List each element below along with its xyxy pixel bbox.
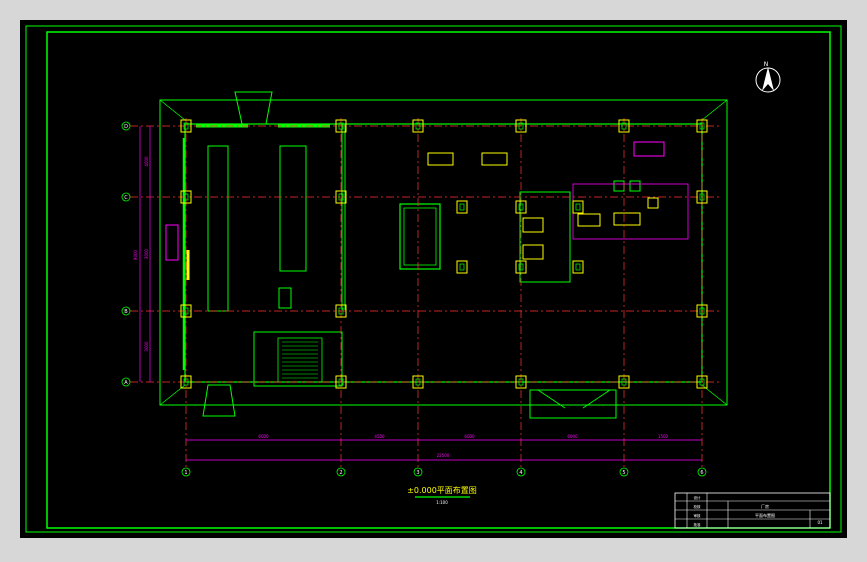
outer-frame <box>25 25 842 533</box>
left-dim-total: 9000 <box>133 249 138 260</box>
col-bubble-label: 2 <box>339 470 342 476</box>
shelf-right <box>279 145 307 272</box>
structural-column <box>456 260 468 274</box>
north-letter: N <box>764 61 769 68</box>
ladder-right <box>633 141 665 157</box>
tb-label: 设计 <box>694 495 702 500</box>
title-block-labels: 设计校核审核批准 <box>694 495 702 527</box>
tb-sheet: 01 <box>817 520 823 525</box>
structural-column <box>572 260 584 274</box>
equipment-room-inner <box>403 207 437 266</box>
dim-segment-text: 6000 <box>567 434 578 439</box>
dimension-segment-texts: 6000 4500 6000 6000 1500 <box>258 434 668 439</box>
column-core <box>575 203 581 211</box>
left-dimension-texts: 4000 3000 3000 <box>144 156 149 352</box>
pump-unit-3 <box>522 217 544 233</box>
corner-line-nw <box>159 99 186 121</box>
corner-line-ne <box>701 99 728 121</box>
left-dim-text: 3000 <box>144 341 149 352</box>
pump-unit-2 <box>481 152 508 166</box>
tb-label: 校核 <box>694 504 702 509</box>
left-dim-text: 3000 <box>144 248 149 259</box>
building-inner-wall <box>184 123 703 383</box>
tb-label: 审核 <box>694 513 702 518</box>
col-bubble-label: 6 <box>700 470 703 476</box>
dim-segment-text: 4500 <box>374 434 385 439</box>
col-bubble-label: 4 <box>519 470 522 476</box>
ladder-left <box>165 224 179 261</box>
row-bubble-label: C <box>124 195 128 201</box>
column-axis-bubbles: 1 2 3 4 5 6 <box>181 467 707 477</box>
structural-column <box>456 200 468 214</box>
pump-unit-1 <box>427 152 454 166</box>
col-bubble-label: 1 <box>184 470 187 476</box>
dim-segment-text: 6000 <box>258 434 269 439</box>
north-arrow-icon <box>762 67 774 91</box>
col-bubble-label: 5 <box>622 470 625 476</box>
column-core <box>459 263 465 271</box>
tb-project: 厂房 <box>761 503 769 509</box>
row-bubble-label: A <box>124 380 128 386</box>
row-bubble-label: D <box>124 124 128 130</box>
valve-box-1 <box>613 180 625 192</box>
dim-segment-text: 1500 <box>658 434 669 439</box>
entrance-bottom-left <box>202 384 236 417</box>
building-outer-outline <box>159 99 728 406</box>
drawing-title: ±0.000平面布置图 <box>407 485 477 495</box>
valve-box-2 <box>629 180 641 192</box>
row-axis-bubbles: D C B A <box>121 121 131 387</box>
column-core <box>575 263 581 271</box>
shelf-left <box>207 145 229 312</box>
pump-unit-6 <box>613 212 641 226</box>
col-bubble-label: 3 <box>416 470 419 476</box>
drawing-canvas[interactable]: D C B A 1 2 3 4 5 6 22500 6000 4500 6000 6000 1500 4… <box>20 20 847 538</box>
small-cabinet <box>278 287 292 309</box>
pipe-loop <box>572 183 689 240</box>
tb-label: 批准 <box>694 522 702 527</box>
entrance-top <box>234 91 273 125</box>
column-core <box>459 203 465 211</box>
cad-window: D C B A 1 2 3 4 5 6 22500 6000 4500 6000 6000 1500 4… <box>0 0 867 562</box>
stair-steps <box>282 341 318 379</box>
floor-plan-svg: D C B A 1 2 3 4 5 6 22500 6000 4500 6000 6000 1500 4… <box>25 25 842 533</box>
stair-flight <box>277 337 323 383</box>
pump-unit-5 <box>577 213 601 227</box>
dimension-lines <box>139 126 702 461</box>
left-dim-text: 4000 <box>144 156 149 167</box>
tb-drawing-name: 平面布置图 <box>755 512 775 518</box>
row-bubble-label: B <box>124 309 128 315</box>
structural-columns <box>180 119 708 389</box>
structural-column <box>572 200 584 214</box>
pump-unit-4 <box>522 244 544 260</box>
dim-segment-text: 6000 <box>464 434 475 439</box>
drawing-scale: 1:100 <box>436 500 448 505</box>
valve-box-3 <box>647 197 659 209</box>
dim-total-text: 22500 <box>437 453 450 458</box>
machine-base <box>519 191 571 283</box>
equipment-room <box>399 203 441 270</box>
